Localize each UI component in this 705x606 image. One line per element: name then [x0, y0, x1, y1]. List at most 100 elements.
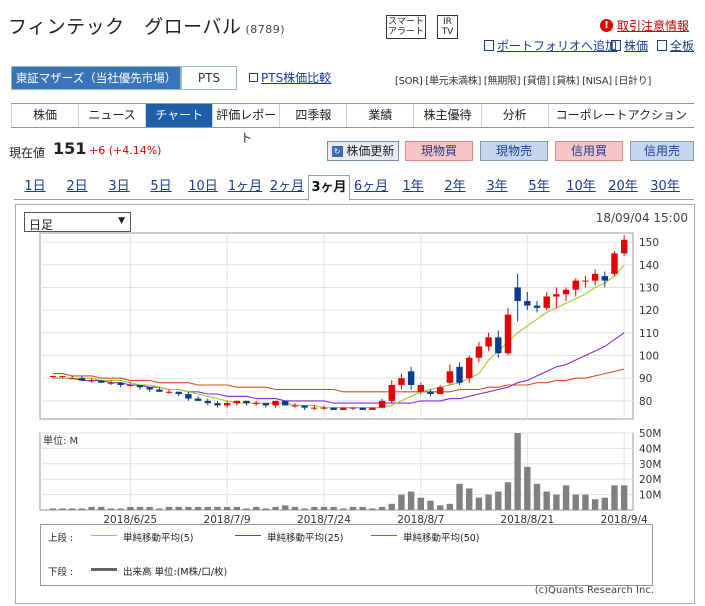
volume-bar — [514, 433, 521, 510]
volume-bar — [378, 506, 386, 510]
ir-tv-button[interactable]: IR TV — [437, 15, 458, 39]
legend-ma5-line — [91, 535, 117, 536]
volume-bar — [156, 508, 163, 510]
candle-body — [156, 389, 163, 392]
period-tab-7[interactable]: 3ヶ月 — [308, 175, 350, 201]
volume-bar — [407, 491, 415, 510]
external-icon — [249, 73, 258, 82]
candle-body — [553, 294, 560, 297]
period-tab-14[interactable]: 20年 — [602, 175, 644, 199]
nav-tab-8[interactable]: コーポレートアクション — [547, 104, 694, 127]
candle-body — [620, 239, 628, 254]
candle-body — [407, 371, 415, 385]
volume-tick-label: 20M — [639, 474, 661, 486]
volume-bar — [301, 508, 308, 510]
price-change: +6 (+4.14%) — [89, 144, 162, 157]
period-tab-12[interactable]: 5年 — [518, 175, 560, 199]
candle-body — [533, 305, 541, 308]
margin-buy-button[interactable]: 信用買 — [555, 141, 623, 161]
price-tick-label: 140 — [639, 260, 659, 272]
candle-body — [127, 384, 134, 386]
price-tick-label: 90 — [639, 373, 652, 385]
candle-body — [456, 366, 463, 383]
price-tick-label: 120 — [639, 305, 659, 317]
nav-tab-5[interactable]: 業績 — [346, 104, 413, 127]
market-tab-pts[interactable]: PTS — [181, 66, 237, 90]
candle-body — [601, 276, 608, 281]
portfolio-link[interactable]: ポートフォリオへ追加 — [497, 37, 617, 54]
market-tab-tse[interactable]: 東証マザーズ（当社優先市場） — [11, 66, 181, 90]
period-tab-9[interactable]: 1年 — [392, 175, 434, 199]
candle-body — [524, 301, 531, 306]
page-icon — [657, 40, 667, 51]
volume-bar — [427, 500, 434, 510]
alert-icon: ! — [600, 19, 613, 32]
smart-alert-button[interactable]: スマートアラート — [386, 15, 426, 39]
pts-compare-link[interactable]: PTS株価比較 — [261, 69, 331, 86]
cash-buy-button[interactable]: 現物買 — [405, 141, 473, 161]
volume-bar — [223, 506, 231, 510]
cash-sell-button[interactable]: 現物売 — [480, 141, 548, 161]
volume-bar — [330, 506, 337, 510]
candle-body — [514, 287, 521, 302]
nav-tab-0[interactable]: 株価 — [11, 104, 78, 127]
candle-body — [272, 400, 279, 406]
nav-tab-2[interactable]: チャート — [145, 104, 213, 127]
volume-bar — [591, 499, 599, 510]
volume-bar — [495, 491, 502, 510]
chart-legend: 上段 : 単純移動平均(5) 単純移動平均(25) 単純移動平均(50) 下段 … — [40, 524, 653, 586]
volume-bar — [553, 494, 560, 510]
volume-bar — [436, 505, 444, 510]
volume-bar — [59, 508, 66, 510]
candle-body — [301, 405, 308, 408]
volume-unit-label: 単位: M — [43, 434, 78, 447]
volume-bar — [543, 491, 550, 510]
period-tab-10[interactable]: 2年 — [434, 175, 476, 199]
period-tab-0[interactable]: 1日 — [14, 175, 56, 199]
nav-tab-6[interactable]: 株主優待 — [413, 104, 480, 127]
period-tab-6[interactable]: 2ヶ月 — [266, 175, 308, 199]
period-tab-2[interactable]: 3日 — [98, 175, 140, 199]
volume-bar — [214, 506, 221, 510]
period-tab-3[interactable]: 5日 — [140, 175, 182, 199]
candle-body — [320, 407, 328, 409]
volume-bar — [388, 503, 395, 510]
company-name: フィンテック グローバル — [8, 16, 242, 38]
period-tab-1[interactable]: 2日 — [56, 175, 98, 199]
candle-body — [185, 394, 192, 399]
notice-link[interactable]: 取引注意情報 — [617, 17, 689, 34]
nav-tab-4[interactable]: 四季報 — [279, 104, 346, 127]
nav-tab-3[interactable]: 評価レポート — [212, 104, 279, 145]
candle-body — [340, 407, 347, 410]
period-tab-4[interactable]: 10日 — [182, 175, 224, 199]
candle-body — [204, 400, 211, 404]
volume-bar — [88, 506, 95, 510]
margin-sell-button[interactable]: 信用売 — [630, 141, 694, 161]
refresh-button[interactable]: ↻ 株価更新 — [327, 141, 399, 161]
kabuka-link[interactable]: 株価 — [624, 37, 648, 54]
candle-body — [49, 375, 57, 377]
nav-tab-7[interactable]: 分析 — [480, 104, 548, 127]
volume-bar — [78, 508, 86, 510]
period-tab-15[interactable]: 30年 — [644, 175, 686, 199]
stock-code: (8789) — [245, 23, 286, 36]
volume-bar — [194, 506, 202, 510]
refresh-label: 株価更新 — [346, 144, 395, 158]
candle-body — [591, 273, 599, 281]
period-tab-8[interactable]: 6ヶ月 — [350, 175, 392, 199]
period-tab-13[interactable]: 10年 — [560, 175, 602, 199]
candle-body — [495, 337, 502, 354]
candle-body — [378, 400, 386, 408]
zenban-link[interactable]: 全板 — [670, 37, 694, 54]
candle-body — [107, 382, 115, 384]
period-tab-11[interactable]: 3年 — [476, 175, 518, 199]
candle-body — [146, 387, 153, 390]
nav-tab-1[interactable]: ニュース — [78, 104, 145, 127]
volume-bar — [562, 485, 570, 510]
candle-body — [136, 384, 144, 388]
main-nav: 株価 ニュース チャート 評価レポート 四季報 業績 株主優待 分析 コーポレートアクション — [11, 103, 694, 145]
candle-body — [330, 407, 337, 410]
period-tab-5[interactable]: 1ヶ月 — [224, 175, 266, 199]
volume-bar — [620, 485, 628, 510]
volume-bar — [243, 508, 250, 510]
